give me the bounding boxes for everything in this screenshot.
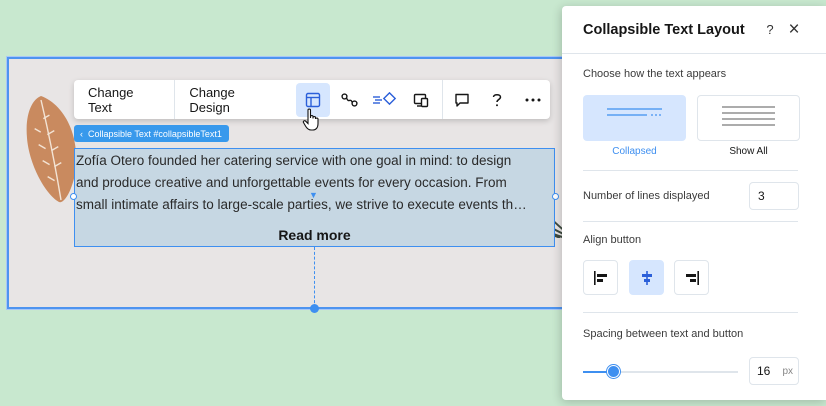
chevron-left-icon: ‹ — [80, 128, 83, 139]
panel-title: Collapsible Text Layout — [583, 21, 745, 38]
section-divider — [583, 312, 798, 313]
close-icon[interactable]: × — [783, 19, 805, 41]
align-center-button[interactable] — [629, 260, 664, 295]
panel-header: Collapsible Text Layout ? × — [562, 6, 826, 54]
spacing-value: 16 — [757, 364, 771, 378]
spacing-label: Spacing between text and button — [583, 328, 744, 340]
breadcrumb-label: Collapsible Text #collapsibleText1 — [88, 128, 222, 139]
arrow-down-icon: ▼ — [309, 190, 318, 200]
collapsible-text-paragraph: Zofía Otero founded her catering service… — [76, 150, 554, 216]
read-more-button[interactable]: Read more — [75, 227, 554, 243]
appearance-label: Choose how the text appears — [583, 68, 727, 80]
help-icon[interactable]: ? — [759, 19, 781, 41]
element-breadcrumb[interactable]: ‹ Collapsible Text #collapsibleText1 — [74, 125, 229, 142]
resize-handle-left[interactable] — [70, 193, 77, 200]
help-icon[interactable] — [480, 83, 514, 117]
layout-option-show-all[interactable] — [697, 95, 800, 141]
spacing-slider-handle[interactable] — [607, 365, 620, 378]
align-left-button[interactable] — [583, 260, 618, 295]
align-right-icon — [685, 270, 699, 285]
comment-icon[interactable] — [445, 83, 479, 117]
hand-cursor-icon — [302, 108, 319, 131]
change-design-button[interactable]: Change Design — [175, 80, 292, 119]
spacing-unit: px — [782, 365, 793, 377]
change-text-button[interactable]: Change Text — [74, 80, 174, 119]
more-icon[interactable] — [516, 83, 550, 117]
align-center-icon — [641, 270, 652, 285]
toolbar-divider — [441, 80, 443, 119]
lines-count-input[interactable]: 3 — [749, 182, 799, 210]
layout-option-collapsed[interactable] — [583, 95, 686, 141]
section-divider — [583, 170, 798, 171]
align-left-icon — [593, 270, 607, 285]
layout-responsive-icon[interactable] — [404, 83, 438, 117]
collapsed-thumbnail-icon — [607, 108, 662, 116]
layout-option-label: Show All — [729, 146, 768, 157]
align-button-label: Align button — [583, 234, 642, 246]
spacing-slider[interactable] — [583, 365, 738, 378]
layout-option-label: Collapsed — [612, 146, 657, 157]
spacing-value-input[interactable]: 16 px — [749, 357, 799, 385]
spacing-guide-line — [314, 247, 315, 308]
connect-icon[interactable] — [368, 83, 402, 117]
text-line: Zofía Otero founded her catering service… — [76, 153, 512, 168]
resize-handle-right[interactable] — [552, 193, 559, 200]
lines-label: Number of lines displayed — [583, 190, 710, 202]
show-all-thumbnail-icon — [722, 106, 775, 126]
section-divider — [583, 221, 798, 222]
collapsible-text-layout-panel: Collapsible Text Layout ? × Choose how t… — [562, 6, 826, 400]
align-right-button[interactable] — [674, 260, 709, 295]
animation-icon[interactable] — [332, 83, 366, 117]
bottom-drag-handle[interactable] — [310, 304, 319, 313]
